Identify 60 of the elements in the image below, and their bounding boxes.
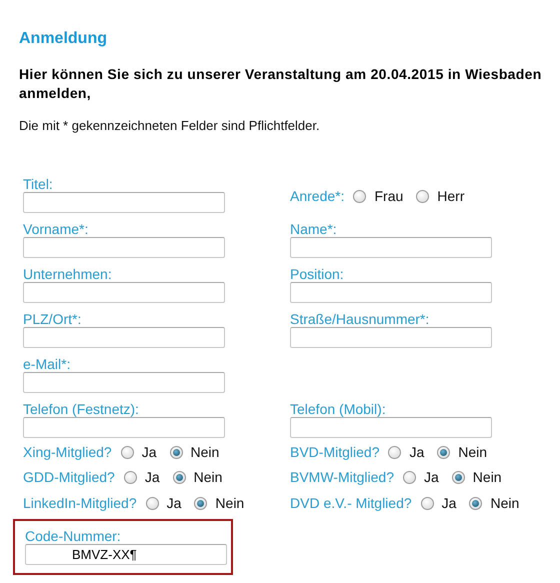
field-label: Xing-Mitglied? — [23, 442, 112, 462]
input-field[interactable] — [23, 372, 225, 392]
option-label: Frau — [374, 186, 404, 206]
radio-button[interactable] — [170, 446, 183, 459]
input-field[interactable] — [23, 236, 225, 258]
input-field[interactable] — [290, 236, 492, 258]
input-field[interactable] — [290, 416, 492, 438]
input-field[interactable] — [23, 416, 225, 438]
field-label: Vorname*: — [23, 220, 90, 236]
option-label: Herr — [437, 186, 465, 206]
input-field[interactable] — [23, 282, 225, 302]
field-label: e-Mail*: — [23, 356, 72, 372]
radio-button[interactable] — [452, 471, 465, 484]
option-label: Nein — [194, 468, 222, 488]
field-label: GDD-Mitglied? — [23, 468, 115, 488]
field-label: Telefon (Mobil): — [290, 400, 387, 416]
option-label: Ja — [142, 442, 157, 462]
radio-button[interactable] — [469, 496, 482, 510]
option-label: Nein — [190, 442, 220, 462]
field-label: Telefon (Festnetz): — [23, 400, 140, 416]
intro-text: Hier können Sie sich zu unserer Veranstaltung am 20.04.2015 in Wiesbaden anmelden, — [19, 65, 543, 103]
option-label: Ja — [166, 494, 182, 513]
page-heading: Anmeldung — [19, 29, 108, 49]
option-label: Ja — [442, 494, 456, 513]
input-field[interactable] — [23, 326, 225, 348]
input-field[interactable] — [290, 326, 492, 348]
field-label: PLZ/Ort*: — [23, 310, 82, 326]
input-field[interactable] — [290, 282, 492, 302]
radio-button[interactable] — [420, 496, 434, 510]
radio-button[interactable] — [388, 446, 402, 459]
radio-button[interactable] — [194, 496, 208, 510]
field-label: BVMW-Mitglied? — [290, 468, 394, 488]
option-label: Nein — [472, 468, 502, 488]
radio-button[interactable] — [172, 471, 186, 484]
radio-button[interactable] — [416, 190, 430, 202]
option-label: Nein — [458, 442, 488, 462]
required-note: Die mit * gekennzeichneten Felder sind Pflichtfelder. — [19, 117, 321, 135]
field-label: DVD e.V.- Mitglied? — [290, 494, 412, 513]
radio-button[interactable] — [124, 471, 137, 484]
radio-button[interactable] — [403, 471, 416, 484]
option-label: Nein — [215, 494, 244, 513]
input-field[interactable] — [23, 192, 225, 212]
field-label: Straße/Hausnummer*: — [290, 310, 430, 326]
field-label: Position: — [290, 266, 345, 282]
field-label: LinkedIn-Mitglied? — [23, 494, 137, 513]
option-label: Ja — [144, 468, 160, 488]
field-label: Titel: — [23, 176, 54, 192]
option-label: Nein — [490, 494, 520, 513]
field-label: Code-Nummer: — [25, 528, 122, 544]
field-label: Name*: — [290, 220, 338, 236]
option-label: Ja — [409, 442, 424, 462]
field-label: BVD-Mitglied? — [290, 442, 380, 462]
field-label: Unternehmen: — [23, 266, 113, 282]
option-label: Ja — [424, 468, 439, 488]
radio-button[interactable] — [146, 496, 159, 510]
radio-button[interactable] — [437, 446, 450, 459]
radio-button[interactable] — [120, 446, 134, 459]
input-field[interactable]: BMVZ-XX¶ — [25, 544, 227, 565]
field-label: Anrede*: — [290, 186, 344, 206]
radio-button[interactable] — [353, 190, 366, 202]
